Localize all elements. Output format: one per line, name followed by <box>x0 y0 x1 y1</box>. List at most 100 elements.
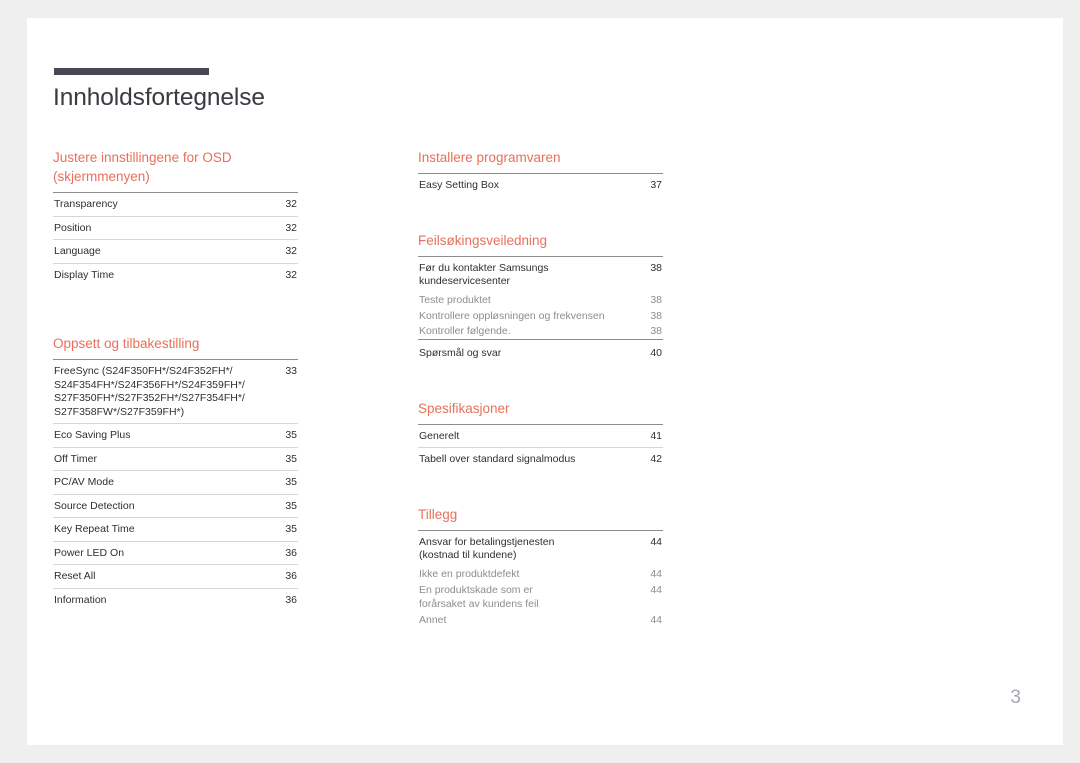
toc-entry-label: Ansvar for betalingstjenesten (kostnad t… <box>419 535 555 562</box>
toc-entry-page: 44 <box>650 583 662 596</box>
toc-column-right: Installere programvaren Easy Setting Box… <box>418 148 663 628</box>
toc-entry[interactable]: Display Time 32 <box>53 264 298 287</box>
toc-entry-page: 38 <box>650 325 662 337</box>
toc-subentry[interactable]: Kontrollere oppløsningen og frekvensen 3… <box>418 308 663 324</box>
toc-section-specifications: Spesifikasjoner Generelt 41 Tabell over … <box>418 399 663 471</box>
toc-entry[interactable]: Generelt 41 <box>418 425 663 448</box>
toc-entry[interactable]: Off Timer 35 <box>53 448 298 471</box>
toc-entry-label: Ikke en produktdefekt <box>419 568 520 580</box>
toc-entry-page: 33 <box>285 365 297 377</box>
toc-entry[interactable]: Reset All 36 <box>53 565 298 589</box>
section-heading: Installere programvaren <box>418 150 561 165</box>
toc-entry-label: Eco Saving Plus <box>54 429 131 441</box>
section-entry-list: Easy Setting Box 37 <box>418 173 663 197</box>
toc-section-install-software: Installere programvaren Easy Setting Box… <box>418 148 663 197</box>
toc-entry-label: Spørsmål og svar <box>419 347 502 359</box>
page-title: Innholdsfortegnelse <box>53 84 265 111</box>
toc-entry-label: En produktskade som er forårsaket av kun… <box>419 583 539 611</box>
section-heading: Tillegg <box>418 506 458 522</box>
toc-entry-page: 38 <box>650 261 662 274</box>
section-heading: Oppsett og tilbakestilling <box>53 336 200 351</box>
toc-entry[interactable]: Tabell over standard signalmodus 42 <box>418 448 663 471</box>
toc-entry-label: Power LED On <box>54 546 125 559</box>
toc-entry[interactable]: Position 32 <box>53 217 298 240</box>
toc-column-left: Justere innstillingene for OSD (skjermme… <box>53 148 298 611</box>
toc-entry[interactable]: PC/AV Mode 35 <box>53 471 298 495</box>
toc-subentry[interactable]: Teste produktet 38 <box>418 293 663 309</box>
toc-entry-page: 35 <box>285 476 297 488</box>
toc-section-osd: Justere innstillingene for OSD (skjermme… <box>53 148 298 286</box>
toc-entry-page: 44 <box>650 613 662 626</box>
toc-entry-page: 35 <box>285 523 297 535</box>
toc-entry-label: Display Time <box>54 268 115 281</box>
section-entry-list: Før du kontakter Samsungs kundeservicese… <box>418 255 663 365</box>
toc-section-setup-reset: Oppsett og tilbakestilling FreeSync (S24… <box>53 334 298 611</box>
toc-entry-label: Kontrollere oppløsningen og frekvensen <box>419 309 605 322</box>
toc-entry-label: Generelt <box>419 429 460 442</box>
toc-section-appendix: Tillegg Ansvar for betalingstjenesten (k… <box>418 505 663 628</box>
section-entry-list: FreeSync (S24F350FH*/S24F352FH*/ S24F354… <box>53 359 298 611</box>
toc-entry[interactable]: Før du kontakter Samsungs kundeservicese… <box>418 257 663 293</box>
toc-entry-label: Source Detection <box>54 499 135 512</box>
toc-entry-page: 44 <box>650 568 662 580</box>
toc-entry-page: 36 <box>285 570 297 582</box>
toc-entry[interactable]: Eco Saving Plus 35 <box>53 424 298 448</box>
toc-subentry[interactable]: En produktskade som er forårsaket av kun… <box>418 582 663 612</box>
toc-entry-page: 32 <box>285 245 297 257</box>
toc-entry-page: 36 <box>285 593 297 606</box>
toc-entry-page: 35 <box>285 429 297 441</box>
section-heading: Justere innstillingene for OSD (skjermme… <box>53 150 232 184</box>
toc-entry[interactable]: Information 36 <box>53 589 298 612</box>
toc-entry-label: Information <box>54 593 107 606</box>
toc-entry-page: 32 <box>285 268 297 281</box>
toc-entry-label: Teste produktet <box>419 294 491 306</box>
toc-entry-label: Reset All <box>54 570 96 582</box>
toc-entry-label: Language <box>54 245 101 257</box>
toc-entry-page: 42 <box>650 453 662 465</box>
toc-entry[interactable]: Easy Setting Box 37 <box>418 174 663 197</box>
toc-entry-page: 37 <box>650 179 662 191</box>
toc-entry[interactable]: Key Repeat Time 35 <box>53 518 298 542</box>
title-rule-decoration <box>54 68 209 75</box>
toc-entry-label: Position <box>54 221 92 234</box>
document-page: Innholdsfortegnelse Justere innstillinge… <box>27 18 1063 745</box>
toc-subentry[interactable]: Kontroller følgende. 38 <box>418 324 663 340</box>
toc-subentry[interactable]: Annet 44 <box>418 612 663 628</box>
page-number: 3 <box>1010 687 1021 708</box>
toc-entry[interactable]: FreeSync (S24F350FH*/S24F352FH*/ S24F354… <box>53 360 298 424</box>
section-heading: Feilsøkingsveiledning <box>418 232 548 248</box>
toc-entry-page: 41 <box>650 429 662 442</box>
toc-entry-page: 35 <box>285 499 297 512</box>
toc-entry-label: Easy Setting Box <box>419 179 499 191</box>
section-entry-list: Ansvar for betalingstjenesten (kostnad t… <box>418 529 663 628</box>
section-entry-list: Transparency 32 Position 32 Language 32 … <box>53 192 298 286</box>
section-heading: Spesifikasjoner <box>418 400 510 416</box>
toc-subentry[interactable]: Ikke en produktdefekt 44 <box>418 567 663 583</box>
toc-entry-label: Off Timer <box>54 452 97 465</box>
section-entry-list: Generelt 41 Tabell over standard signalm… <box>418 423 663 471</box>
toc-entry-page: 32 <box>285 221 297 234</box>
toc-entry[interactable]: Ansvar for betalingstjenesten (kostnad t… <box>418 531 663 567</box>
toc-entry-label: FreeSync (S24F350FH*/S24F352FH*/ S24F354… <box>54 365 245 418</box>
toc-entry[interactable]: Language 32 <box>53 240 298 264</box>
toc-entry-page: 38 <box>650 294 662 306</box>
toc-entry-page: 44 <box>650 535 662 548</box>
toc-entry-label: Tabell over standard signalmodus <box>419 453 576 465</box>
toc-entry-page: 36 <box>285 546 297 559</box>
toc-entry-label: Transparency <box>54 198 118 210</box>
toc-entry-label: PC/AV Mode <box>54 476 114 488</box>
toc-entry-label: Kontroller følgende. <box>419 325 511 337</box>
toc-section-troubleshooting: Feilsøkingsveiledning Før du kontakter S… <box>418 231 663 365</box>
toc-entry[interactable]: Spørsmål og svar 40 <box>418 340 663 365</box>
toc-entry-page: 40 <box>650 347 662 359</box>
toc-entry[interactable]: Power LED On 36 <box>53 542 298 565</box>
toc-entry-label: Annet <box>419 613 447 626</box>
toc-entry[interactable]: Source Detection 35 <box>53 495 298 518</box>
toc-entry-page: 32 <box>285 198 297 210</box>
toc-entry-label: Før du kontakter Samsungs kundeservicese… <box>419 261 549 288</box>
toc-entry[interactable]: Transparency 32 <box>53 193 298 217</box>
